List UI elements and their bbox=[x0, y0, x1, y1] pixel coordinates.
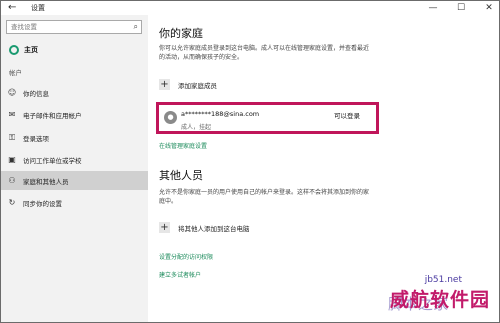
sidebar-item-family[interactable]: ⚇ 家庭和其他人员 bbox=[1, 171, 148, 190]
member-role: 成人，挂起 bbox=[181, 124, 212, 131]
sidebar-item-label: 电子邮件和应用帐户 bbox=[23, 111, 82, 120]
family-heading: 你的家庭 bbox=[159, 27, 203, 40]
close-icon[interactable]: ✕ bbox=[483, 1, 495, 15]
briefcase-icon: ▣ bbox=[8, 155, 16, 164]
sidebar-item-sign-in-options[interactable]: ⚿ 登录选项 bbox=[1, 128, 148, 147]
sidebar-item-your-info[interactable]: ☺ 你的信息 bbox=[1, 83, 148, 102]
sync-icon: ↻ bbox=[8, 198, 16, 207]
gear-icon bbox=[9, 45, 19, 55]
sidebar-item-work-school[interactable]: ▣ 访问工作单位或学校 bbox=[1, 150, 148, 169]
add-family-member-button[interactable]: + 添加家庭成员 bbox=[159, 79, 217, 90]
family-icon: ⚇ bbox=[8, 176, 16, 185]
family-description: 你可以允许家庭成员登录到这台电脑。成人可以在线管理家庭设置，并查看最近的活动，从… bbox=[159, 45, 370, 61]
mail-icon: ✉ bbox=[8, 110, 16, 119]
sidebar-item-sync[interactable]: ↻ 同步你的设置 bbox=[1, 193, 148, 212]
search-input[interactable]: 查找设置 ⌕ bbox=[6, 20, 142, 34]
add-family-member-label: 添加家庭成员 bbox=[178, 81, 217, 90]
maximize-icon[interactable]: ☐ bbox=[455, 1, 467, 15]
window-title: 设置 bbox=[31, 4, 45, 12]
section-label: 帐户 bbox=[9, 69, 22, 77]
person-icon: ☺ bbox=[7, 88, 17, 97]
sidebar-item-label: 访问工作单位或学校 bbox=[23, 156, 82, 165]
avatar-icon: ● bbox=[164, 111, 177, 124]
plus-icon: + bbox=[159, 222, 170, 233]
minimize-icon[interactable]: — bbox=[427, 1, 439, 15]
sidebar-home[interactable]: 主页 bbox=[9, 43, 38, 57]
other-people-description: 允许不是你家庭一员的用户使用自己的帐户来登录。这样不会将其添加到你的家庭中。 bbox=[159, 189, 370, 205]
key-icon: ⚿ bbox=[8, 132, 16, 142]
watermark-main: 威航软件园 bbox=[389, 289, 490, 311]
assigned-access-link[interactable]: 设置分配的访问权限 bbox=[159, 252, 213, 261]
sidebar-item-label: 同步你的设置 bbox=[23, 199, 62, 208]
member-email: a********188@sina.com bbox=[181, 110, 260, 118]
manage-family-online-link[interactable]: 在线管理家庭设置 bbox=[159, 141, 207, 150]
sidebar-item-label: 你的信息 bbox=[23, 89, 49, 98]
sidebar: 查找设置 ⌕ 主页 帐户 ☺ 你的信息 ✉ 电子邮件和应用帐户 ⚿ 登录选项 ▣… bbox=[1, 15, 148, 322]
sidebar-item-label: 家庭和其他人员 bbox=[23, 177, 69, 186]
other-people-heading: 其他人员 bbox=[159, 169, 203, 182]
add-other-user-label: 将其他人添加到这台电脑 bbox=[178, 224, 250, 233]
search-placeholder: 查找设置 bbox=[11, 23, 37, 31]
watermark: jb51.net 脚本之家 威航软件园 bbox=[342, 275, 492, 319]
add-other-user-button[interactable]: + 将其他人添加到这台电脑 bbox=[159, 222, 250, 233]
family-member-card[interactable]: ● a********188@sina.com 成人，挂起 可以登录 bbox=[156, 102, 379, 134]
search-icon: ⌕ bbox=[133, 22, 138, 31]
back-arrow-icon[interactable]: ← bbox=[8, 1, 22, 15]
sidebar-item-email-accounts[interactable]: ✉ 电子邮件和应用帐户 bbox=[1, 105, 148, 124]
title-bar: ← 设置 — ☐ ✕ bbox=[1, 1, 499, 15]
home-label: 主页 bbox=[24, 46, 38, 54]
member-status: 可以登录 bbox=[334, 112, 360, 120]
sidebar-item-label: 登录选项 bbox=[23, 134, 49, 143]
local-account-link[interactable]: 建立多试者帐户 bbox=[159, 270, 201, 279]
window-controls: — ☐ ✕ bbox=[427, 1, 495, 15]
plus-icon: + bbox=[159, 79, 170, 90]
watermark-domain: jb51.net bbox=[424, 275, 462, 285]
